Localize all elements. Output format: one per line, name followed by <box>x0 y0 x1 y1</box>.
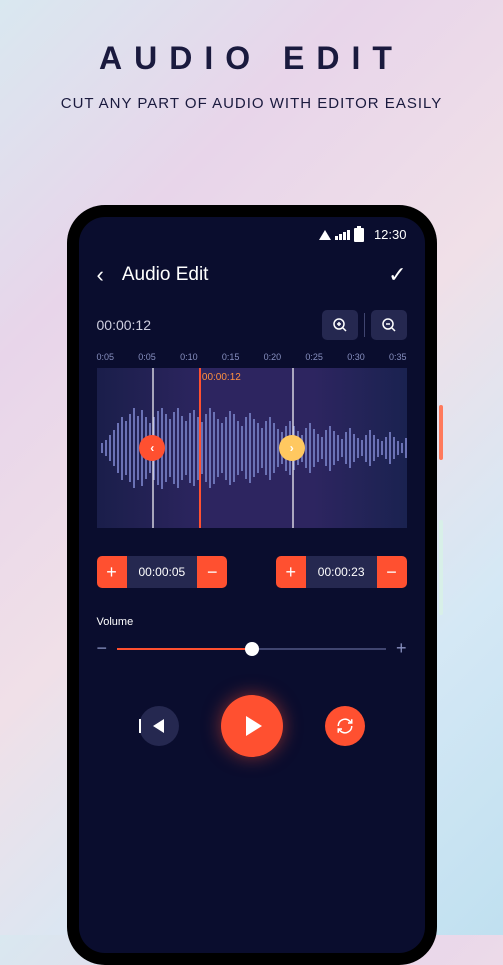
playhead-time: 00:00:12 <box>202 372 241 383</box>
status-time: 12:30 <box>374 227 407 242</box>
end-time-value: 00:00:23 <box>306 556 377 588</box>
screen: 12:30 ‹ Audio Edit ✓ 00:00:12 0:05 0:05 … <box>79 217 425 953</box>
battery-icon <box>354 228 364 242</box>
volume-slider[interactable] <box>117 648 386 650</box>
playback-controls <box>79 659 425 793</box>
start-handle[interactable]: ‹ <box>139 435 165 461</box>
current-time: 00:00:12 <box>97 317 322 333</box>
back-button[interactable]: ‹ <box>97 262 104 288</box>
tick: 0:20 <box>264 352 282 362</box>
loop-icon <box>336 717 354 735</box>
zoom-separator <box>364 313 365 337</box>
zoom-in-button[interactable] <box>322 310 358 340</box>
header: ‹ Audio Edit ✓ <box>79 248 425 302</box>
signal-icon <box>335 230 350 240</box>
volume-label: Volume <box>97 616 407 628</box>
volume-row: − + <box>97 638 407 659</box>
end-minus-button[interactable]: − <box>377 556 407 588</box>
range-controls: + 00:00:05 − + 00:00:23 − <box>79 528 425 588</box>
start-minus-button[interactable]: − <box>197 556 227 588</box>
phone-mockup: 12:30 ‹ Audio Edit ✓ 00:00:12 0:05 0:05 … <box>67 205 437 965</box>
zoom-out-icon <box>381 317 397 333</box>
confirm-button[interactable]: ✓ <box>388 262 406 288</box>
tick: 0:35 <box>389 352 407 362</box>
side-button-1 <box>439 405 443 460</box>
end-time-control: + 00:00:23 − <box>276 556 407 588</box>
network-icon <box>319 230 331 240</box>
time-row: 00:00:12 <box>79 302 425 352</box>
waveform[interactable]: 00:00:12 ‹ › <box>97 368 407 528</box>
side-button-2 <box>439 520 443 615</box>
timeline-ticks: 0:05 0:05 0:10 0:15 0:20 0:25 0:30 0:35 <box>79 352 425 368</box>
volume-section: Volume − + <box>79 588 425 659</box>
tick: 0:15 <box>222 352 240 362</box>
start-time-control: + 00:00:05 − <box>97 556 228 588</box>
playhead[interactable] <box>199 368 201 528</box>
tick: 0:05 <box>97 352 115 362</box>
previous-icon <box>153 719 164 733</box>
tick: 0:30 <box>347 352 365 362</box>
zoom-controls <box>322 310 407 340</box>
status-bar: 12:30 <box>79 217 425 248</box>
tick: 0:05 <box>138 352 156 362</box>
start-time-value: 00:00:05 <box>127 556 198 588</box>
page-title: Audio Edit <box>122 264 388 286</box>
loop-button[interactable] <box>325 706 365 746</box>
zoom-out-button[interactable] <box>371 310 407 340</box>
promo-subtitle: CUT ANY PART OF AUDIO WITH EDITOR EASILY <box>0 95 503 112</box>
volume-minus-button[interactable]: − <box>97 638 108 659</box>
previous-button[interactable] <box>139 706 179 746</box>
play-icon <box>246 716 262 736</box>
tick: 0:10 <box>180 352 198 362</box>
volume-plus-button[interactable]: + <box>396 638 407 659</box>
volume-thumb[interactable] <box>245 642 259 656</box>
start-plus-button[interactable]: + <box>97 556 127 588</box>
volume-fill <box>117 648 251 650</box>
zoom-in-icon <box>332 317 348 333</box>
tick: 0:25 <box>305 352 323 362</box>
promo-title: AUDIO EDIT <box>0 40 503 77</box>
end-handle[interactable]: › <box>279 435 305 461</box>
end-plus-button[interactable]: + <box>276 556 306 588</box>
play-button[interactable] <box>221 695 283 757</box>
